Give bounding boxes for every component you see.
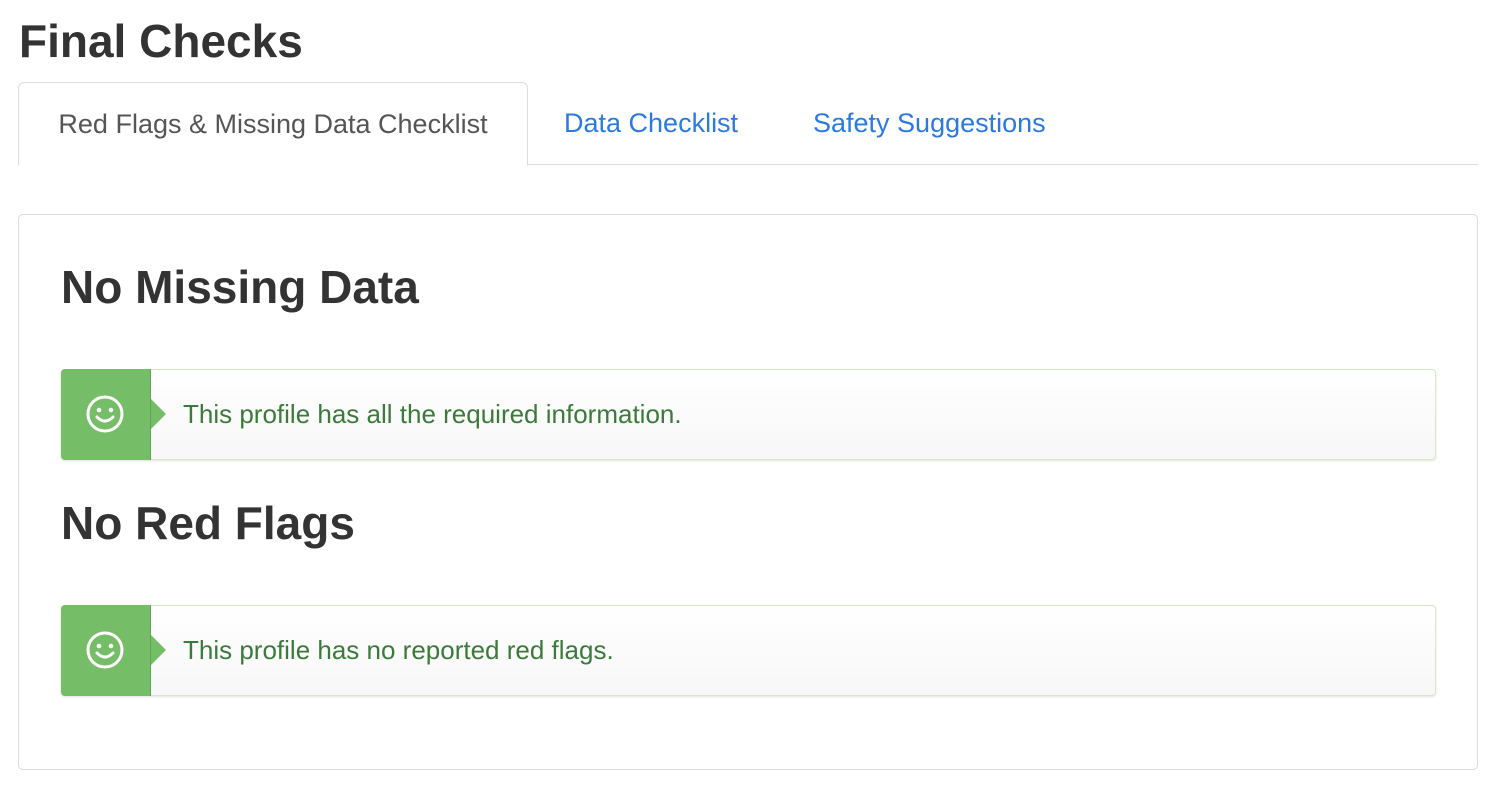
smile-icon bbox=[86, 631, 124, 669]
smile-icon bbox=[86, 395, 124, 433]
alert-message: This profile has all the required inform… bbox=[183, 399, 682, 429]
alert-message: This profile has no reported red flags. bbox=[183, 635, 614, 665]
alert-icon-box bbox=[61, 605, 166, 696]
tab-content-panel: No Missing Data This profile has all the… bbox=[18, 214, 1478, 770]
page-title: Final Checks bbox=[19, 15, 303, 67]
tab-red-flags-missing-data[interactable]: Red Flags & Missing Data Checklist bbox=[18, 82, 528, 166]
section-heading-missing-data: No Missing Data bbox=[61, 261, 419, 313]
alert-icon-box bbox=[61, 369, 166, 460]
tab-bar: Red Flags & Missing Data Checklist Data … bbox=[18, 82, 1478, 166]
tab-data-checklist[interactable]: Data Checklist bbox=[564, 82, 738, 165]
red-flags-alert: This profile has no reported red flags. bbox=[61, 605, 1436, 696]
tab-safety-suggestions[interactable]: Safety Suggestions bbox=[813, 82, 1046, 165]
missing-data-alert: This profile has all the required inform… bbox=[61, 369, 1436, 460]
section-heading-red-flags: No Red Flags bbox=[61, 497, 355, 549]
